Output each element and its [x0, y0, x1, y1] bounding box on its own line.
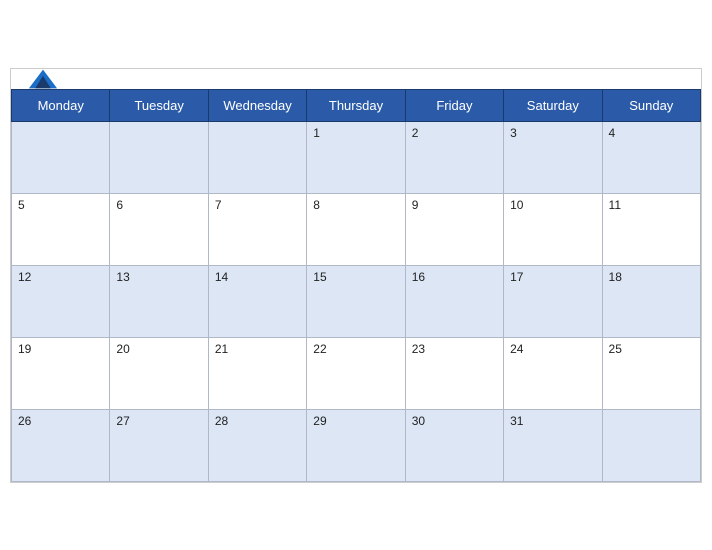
- calendar-cell: 17: [504, 265, 602, 337]
- day-number: 19: [18, 342, 31, 356]
- calendar-cell: 16: [405, 265, 503, 337]
- calendar-header: [11, 69, 701, 89]
- weekday-friday: Friday: [405, 89, 503, 121]
- calendar-cell: 29: [307, 409, 405, 481]
- day-number: 12: [18, 270, 31, 284]
- day-number: 22: [313, 342, 326, 356]
- calendar-cell: 2: [405, 121, 503, 193]
- weekday-saturday: Saturday: [504, 89, 602, 121]
- day-number: 18: [609, 270, 622, 284]
- weekday-wednesday: Wednesday: [208, 89, 306, 121]
- weekday-thursday: Thursday: [307, 89, 405, 121]
- calendar-cell: 1: [307, 121, 405, 193]
- day-number: 27: [116, 414, 129, 428]
- day-number: 9: [412, 198, 419, 212]
- day-number: 14: [215, 270, 228, 284]
- calendar-grid: MondayTuesdayWednesdayThursdayFridaySatu…: [11, 89, 701, 482]
- day-number: 23: [412, 342, 425, 356]
- day-number: 15: [313, 270, 326, 284]
- calendar-week-3: 12 13 14 15 16 17 18: [12, 265, 701, 337]
- calendar-cell: 8: [307, 193, 405, 265]
- calendar-week-4: 19 20 21 22 23 24 25: [12, 337, 701, 409]
- calendar-tbody: 1234567891011121314151617181920212223242…: [12, 121, 701, 481]
- day-number: 13: [116, 270, 129, 284]
- day-number: 5: [18, 198, 25, 212]
- calendar-cell: [208, 121, 306, 193]
- calendar-cell: 18: [602, 265, 700, 337]
- day-number: 29: [313, 414, 326, 428]
- weekday-monday: Monday: [12, 89, 110, 121]
- day-number: 31: [510, 414, 523, 428]
- day-number: 3: [510, 126, 517, 140]
- day-number: 30: [412, 414, 425, 428]
- weekday-header-row: MondayTuesdayWednesdayThursdayFridaySatu…: [12, 89, 701, 121]
- calendar-cell: 27: [110, 409, 208, 481]
- calendar-cell: 6: [110, 193, 208, 265]
- calendar-cell: 5: [12, 193, 110, 265]
- calendar-cell: 23: [405, 337, 503, 409]
- day-number: 11: [609, 198, 621, 212]
- day-number: 25: [609, 342, 622, 356]
- day-number: 24: [510, 342, 523, 356]
- calendar-cell: 28: [208, 409, 306, 481]
- calendar-week-5: 26 27 28 29 30 31: [12, 409, 701, 481]
- calendar-cell: 7: [208, 193, 306, 265]
- calendar-cell: 13: [110, 265, 208, 337]
- generalblue-logo-icon: [27, 68, 59, 90]
- weekday-tuesday: Tuesday: [110, 89, 208, 121]
- day-number: 1: [313, 126, 320, 140]
- day-number: 7: [215, 198, 222, 212]
- weekday-sunday: Sunday: [602, 89, 700, 121]
- day-number: 17: [510, 270, 523, 284]
- day-number: 26: [18, 414, 31, 428]
- calendar-cell: 4: [602, 121, 700, 193]
- calendar-container: MondayTuesdayWednesdayThursdayFridaySatu…: [10, 68, 702, 483]
- calendar-cell: 26: [12, 409, 110, 481]
- calendar-cell: 12: [12, 265, 110, 337]
- day-number: 16: [412, 270, 425, 284]
- day-number: 28: [215, 414, 228, 428]
- calendar-cell: [602, 409, 700, 481]
- day-number: 6: [116, 198, 123, 212]
- calendar-cell: 30: [405, 409, 503, 481]
- calendar-cell: 14: [208, 265, 306, 337]
- calendar-cell: 9: [405, 193, 503, 265]
- calendar-cell: 31: [504, 409, 602, 481]
- calendar-cell: 25: [602, 337, 700, 409]
- day-number: 21: [215, 342, 228, 356]
- calendar-thead: MondayTuesdayWednesdayThursdayFridaySatu…: [12, 89, 701, 121]
- calendar-cell: 20: [110, 337, 208, 409]
- calendar-cell: 22: [307, 337, 405, 409]
- day-number: 8: [313, 198, 320, 212]
- calendar-cell: 15: [307, 265, 405, 337]
- calendar-cell: [12, 121, 110, 193]
- calendar-cell: 24: [504, 337, 602, 409]
- logo-area: [27, 68, 59, 90]
- calendar-week-1: 1 2 3 4: [12, 121, 701, 193]
- day-number: 2: [412, 126, 419, 140]
- calendar-week-2: 5 6 7 8 9 10 11: [12, 193, 701, 265]
- calendar-cell: 10: [504, 193, 602, 265]
- calendar-cell: 11: [602, 193, 700, 265]
- day-number: 20: [116, 342, 129, 356]
- calendar-cell: 19: [12, 337, 110, 409]
- day-number: 10: [510, 198, 523, 212]
- calendar-cell: [110, 121, 208, 193]
- calendar-cell: 3: [504, 121, 602, 193]
- calendar-cell: 21: [208, 337, 306, 409]
- day-number: 4: [609, 126, 616, 140]
